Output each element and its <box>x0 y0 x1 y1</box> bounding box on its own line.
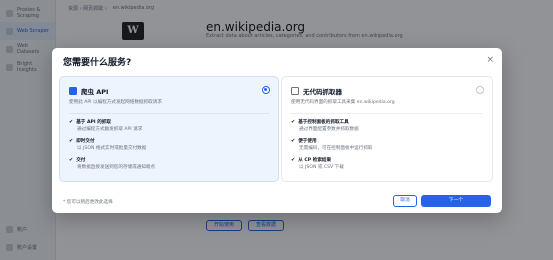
api-icon <box>69 87 77 95</box>
no-code-icon <box>291 87 299 95</box>
service-selection-dialog: 您需要什么服务? × 爬虫 API 使用此 API 以编程方式发起网络数据抓取请… <box>52 48 502 213</box>
check-icon: ✔ <box>291 157 296 163</box>
option-description: 使用此 API 以编程方式发起网络数据抓取请求 <box>69 100 162 105</box>
option-header: 爬虫 API <box>69 86 108 96</box>
feature-item: ✔ 基于控制面板的抓取工具 通过界面配置参数并抓取数据 <box>291 119 359 132</box>
option-card-no-code-scraper[interactable]: 无代码抓取器 使用无代码界面的抓取工具采集 en.wikipedia.org ✔… <box>281 76 493 182</box>
footer-note: * 您可以稍后更改此选择 <box>63 200 113 205</box>
feature-item: ✔ 从 CP 检索结果以 JSON 或 CSV 下载 <box>291 157 344 170</box>
divider <box>291 113 483 114</box>
cancel-button[interactable]: 取消 <box>393 195 417 207</box>
option-card-scraper-api[interactable]: 爬虫 API 使用此 API 以编程方式发起网络数据抓取请求 ✔ 基于 API 的… <box>59 76 279 182</box>
option-radio[interactable] <box>476 86 484 94</box>
check-icon: ✔ <box>291 138 296 144</box>
close-icon[interactable]: × <box>486 55 494 65</box>
divider <box>69 113 269 114</box>
feature-item: ✔ 便于使用 无需编码，可在控制面板中运行抓取 <box>291 138 373 151</box>
feature-item: ✔ 基于 API 的抓取 通过编程方式触发抓取 API 请求 <box>69 119 143 132</box>
option-description: 使用无代码界面的抓取工具采集 en.wikipedia.org <box>291 100 395 105</box>
check-icon: ✔ <box>69 138 74 144</box>
check-icon: ✔ <box>69 157 74 163</box>
option-title: 爬虫 API <box>81 88 109 96</box>
option-header: 无代码抓取器 <box>291 86 342 96</box>
check-icon: ✔ <box>291 119 296 125</box>
feature-item: ✔ 即时交付以 JSON 格式实时或批量交付数据 <box>69 138 147 151</box>
next-button[interactable]: 下一个 <box>421 195 491 207</box>
option-radio[interactable] <box>262 86 270 94</box>
check-icon: ✔ <box>69 119 74 125</box>
feature-item: ✔ 交付 将数据直接发送到您的存储或通知端点 <box>69 157 156 170</box>
option-title: 无代码抓取器 <box>303 88 342 96</box>
dialog-title: 您需要什么服务? <box>63 58 132 68</box>
